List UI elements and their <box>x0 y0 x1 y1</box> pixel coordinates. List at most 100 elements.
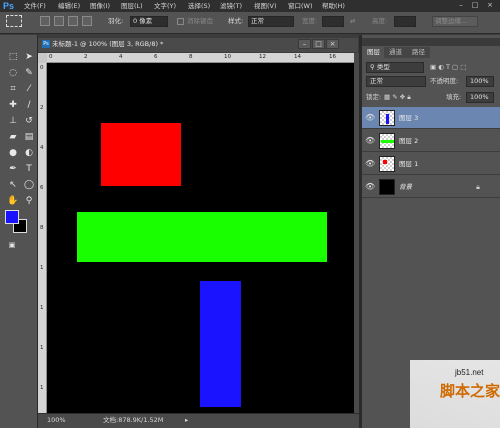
quick-mask-icon[interactable]: ▣ <box>6 240 18 250</box>
ruler-h-label: 14 <box>294 54 301 60</box>
marquee-icon[interactable]: ⬚ <box>6 50 20 64</box>
width-input[interactable] <box>322 16 344 27</box>
fill-label: 填充: <box>446 93 462 101</box>
hand-icon[interactable]: ✋ <box>6 194 20 208</box>
lock-options-icon[interactable]: ▦ ✎ ✥ 🔒︎ <box>384 93 411 102</box>
menu-file[interactable]: 文件(F) <box>24 1 46 11</box>
visibility-eye-icon[interactable]: 👁︎ <box>365 113 375 123</box>
layer-1-name[interactable]: 图层 1 <box>399 160 418 169</box>
red-rectangle[interactable] <box>101 123 181 186</box>
document-tab-icon: Ps <box>42 40 50 48</box>
blur-icon[interactable]: ● <box>6 146 20 160</box>
intersect-selection-icon[interactable] <box>82 16 92 26</box>
fill-input[interactable]: 100% <box>466 92 494 103</box>
swap-icon[interactable]: ⇄ <box>350 17 355 26</box>
feather-input[interactable]: 0 像素 <box>130 16 168 27</box>
blend-mode-select[interactable]: 正常 <box>366 76 426 87</box>
background-thumbnail <box>379 179 395 195</box>
refine-edge-button[interactable]: 调整边缘... <box>432 16 478 27</box>
visibility-eye-icon[interactable]: 👁︎ <box>365 159 375 169</box>
ruler-h-label: 4 <box>119 54 123 60</box>
menu-layer[interactable]: 图层(L) <box>121 1 143 11</box>
menu-type[interactable]: 文字(Y) <box>154 1 176 11</box>
tab-channels[interactable]: 通道 <box>384 47 407 58</box>
ruler-v-label: 0 <box>40 65 44 71</box>
ruler-h-label: 6 <box>154 54 158 60</box>
crop-icon[interactable]: ⌗ <box>6 82 20 96</box>
layer-2-thumbnail <box>379 133 395 149</box>
document-info: 文档:878.9K/1.52M <box>103 416 164 424</box>
minimize-icon[interactable]: – <box>455 1 467 10</box>
panel-header <box>362 38 500 46</box>
document-tab-title[interactable]: 未标题-1 @ 100% (图层 3, RGB/8) * <box>52 40 163 49</box>
background-layer-name[interactable]: 背景 <box>399 183 412 192</box>
layer-filter-select[interactable]: ⚲ 类型 <box>366 62 424 73</box>
ruler-h-label: 10 <box>224 54 231 60</box>
new-selection-icon[interactable] <box>40 16 50 26</box>
zoom-level[interactable]: 100% <box>47 416 66 425</box>
zoom-icon[interactable]: ⚲ <box>22 194 36 208</box>
type-icon[interactable]: T <box>22 162 36 176</box>
move-icon[interactable]: ➤ <box>22 50 36 64</box>
height-label: 高度: <box>372 17 388 25</box>
height-input[interactable] <box>394 16 416 27</box>
eraser-icon[interactable]: ▰ <box>6 130 20 144</box>
dodge-icon[interactable]: ◐ <box>22 146 36 160</box>
maximize-icon[interactable]: □ <box>469 1 481 10</box>
style-label: 样式: <box>228 17 244 25</box>
lock-icon: 🔒︎ <box>476 183 480 191</box>
watermark-text: 脚本之家 <box>440 382 500 400</box>
visibility-eye-icon[interactable]: 👁︎ <box>365 182 375 192</box>
layer-1-thumbnail <box>379 156 395 172</box>
tab-layers[interactable]: 图层 <box>362 47 385 58</box>
path-select-icon[interactable]: ↖ <box>6 178 20 192</box>
doc-minimize-icon[interactable]: – <box>298 39 311 49</box>
menu-select[interactable]: 选择(S) <box>188 1 210 11</box>
menu-window[interactable]: 窗口(W) <box>288 1 313 11</box>
add-selection-icon[interactable] <box>54 16 64 26</box>
document-canvas[interactable] <box>47 63 354 413</box>
ruler-v-label: 1 <box>40 345 44 351</box>
pen-icon[interactable]: ✒ <box>6 162 20 176</box>
layer-3-name[interactable]: 图层 3 <box>399 114 418 123</box>
menu-help[interactable]: 帮助(H) <box>322 1 345 11</box>
lock-label: 锁定: <box>366 93 382 101</box>
ruler-h-label: 12 <box>259 54 266 60</box>
layer-2-name[interactable]: 图层 2 <box>399 137 418 146</box>
tab-paths[interactable]: 路径 <box>407 47 430 58</box>
watermark-url: jb51.net <box>455 368 484 377</box>
filter-icons[interactable]: ▣ ◐ T ▢ ⬚ <box>430 63 466 72</box>
opacity-input[interactable]: 100% <box>466 76 494 87</box>
feather-label: 羽化: <box>108 17 124 25</box>
style-select[interactable]: 正常 <box>248 16 294 27</box>
blue-rectangle[interactable] <box>200 281 241 407</box>
layer-1-thumb-shape <box>383 160 387 164</box>
ruler-v-label: 8 <box>40 225 44 231</box>
visibility-eye-icon[interactable]: 👁︎ <box>365 136 375 146</box>
history-brush-icon[interactable]: ↺ <box>22 114 36 128</box>
marquee-preset-icon[interactable] <box>6 15 22 27</box>
lasso-icon[interactable]: ◌ <box>6 66 20 80</box>
menu-filter[interactable]: 滤镜(T) <box>220 1 242 11</box>
menu-view[interactable]: 视图(V) <box>254 1 277 11</box>
eyedropper-icon[interactable]: ⁄ <box>22 82 36 96</box>
ruler-h-label: 16 <box>329 54 336 60</box>
doc-restore-icon[interactable]: □ <box>312 39 325 49</box>
app-logo: Ps <box>3 1 15 11</box>
menu-image[interactable]: 图像(I) <box>90 1 110 11</box>
menu-edit[interactable]: 编辑(E) <box>58 1 80 11</box>
quick-select-icon[interactable]: ✎ <box>22 66 36 80</box>
stamp-icon[interactable]: ⊥ <box>6 114 20 128</box>
doc-close-icon[interactable]: × <box>326 39 339 49</box>
gradient-icon[interactable]: ▤ <box>22 130 36 144</box>
antialias-checkbox[interactable] <box>177 18 184 25</box>
green-rectangle[interactable] <box>77 212 327 262</box>
subtract-selection-icon[interactable] <box>68 16 78 26</box>
status-arrow-icon[interactable]: ▸ <box>185 416 188 425</box>
healing-icon[interactable]: ✚ <box>6 98 20 112</box>
foreground-color-swatch[interactable] <box>5 210 19 224</box>
brush-icon[interactable]: / <box>22 98 36 112</box>
ruler-corner <box>38 53 47 63</box>
close-icon[interactable]: × <box>484 1 496 10</box>
shape-icon[interactable]: ◯ <box>22 178 36 192</box>
